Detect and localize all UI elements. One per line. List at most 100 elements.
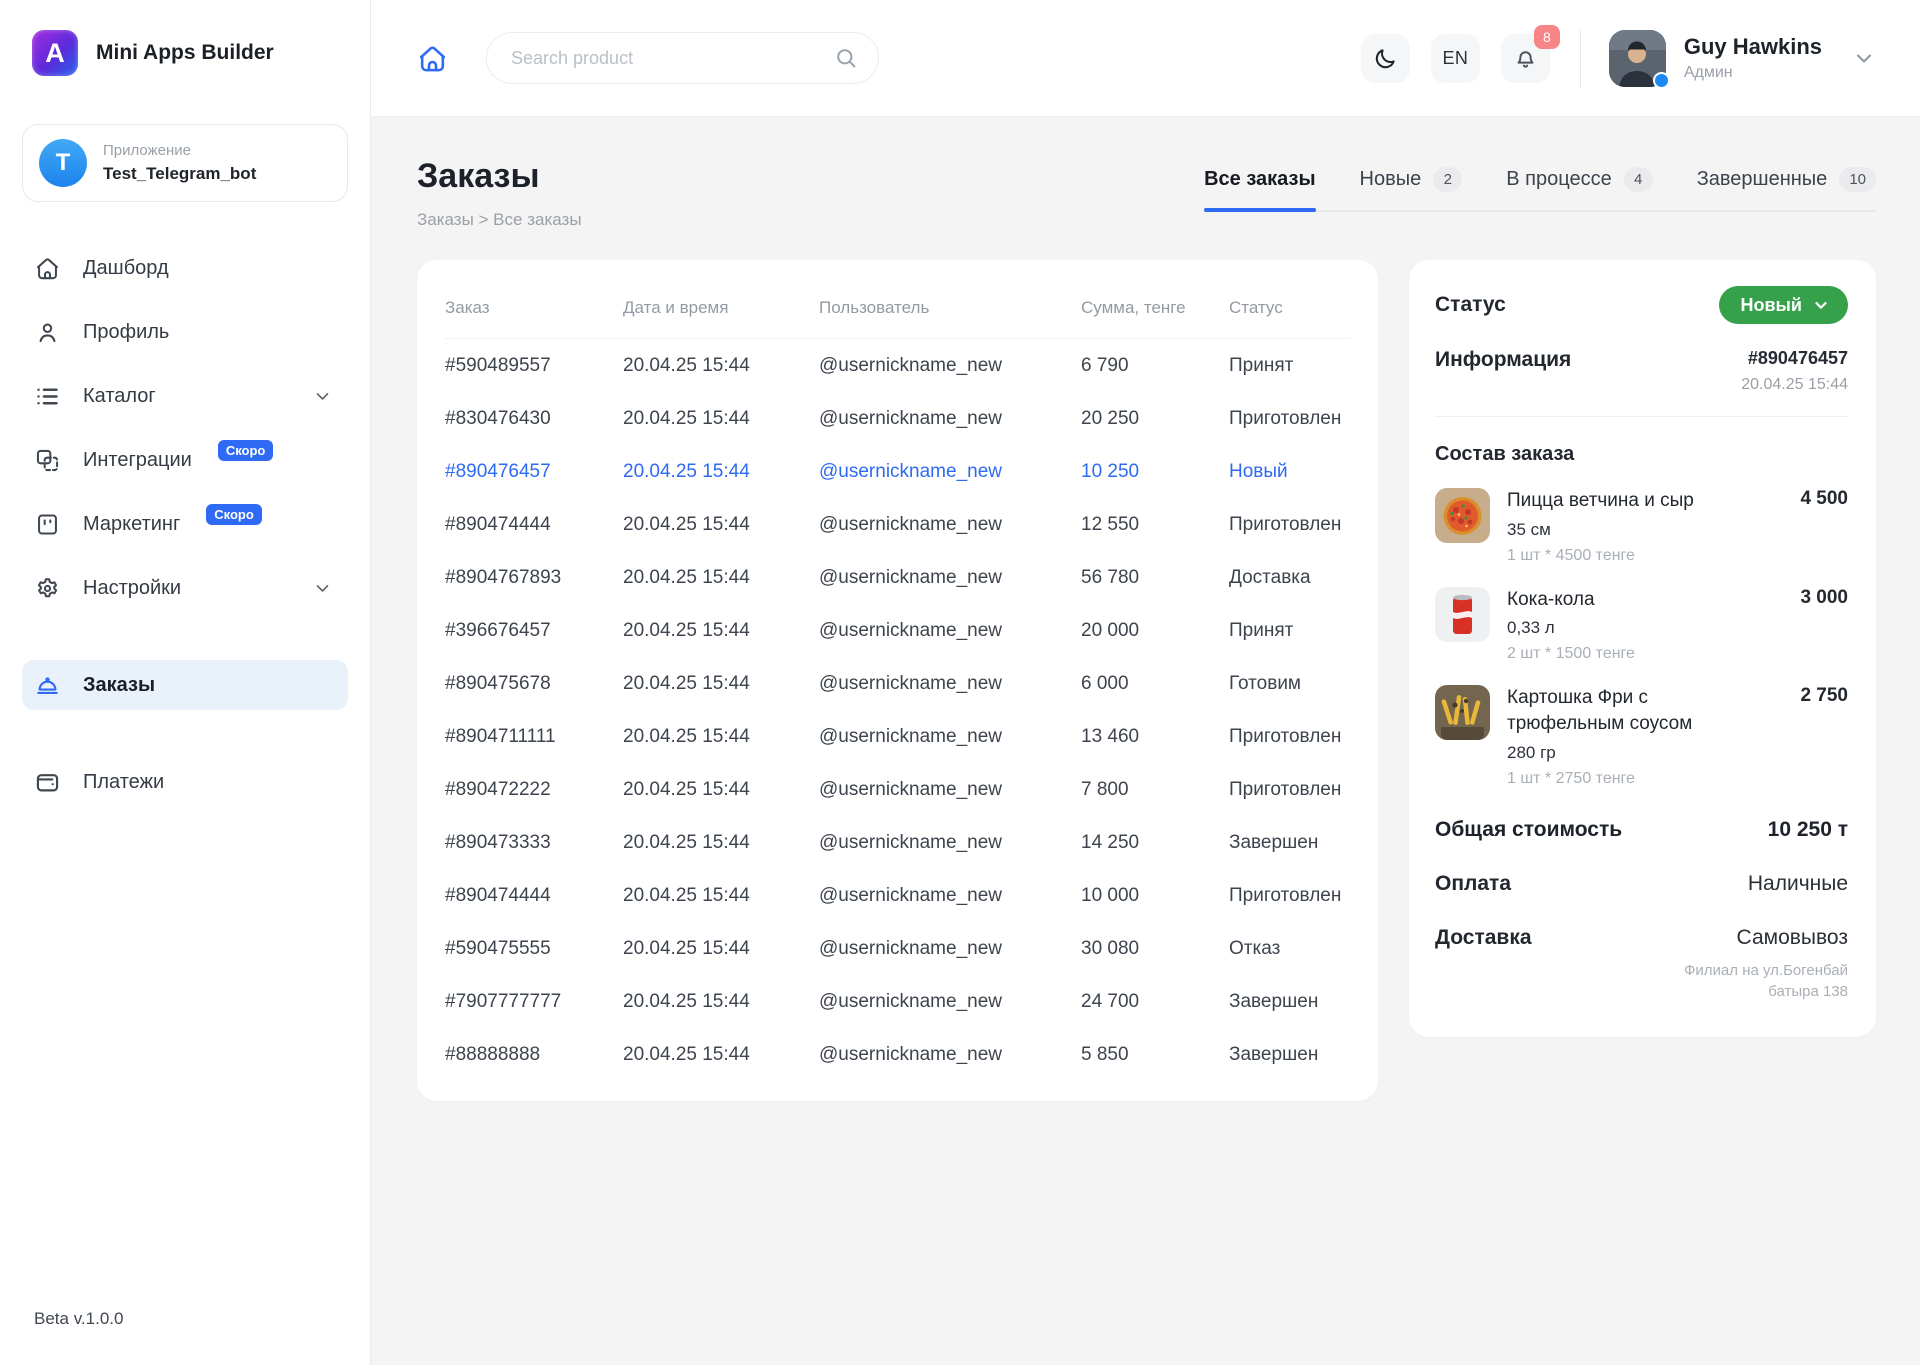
table-row[interactable]: #89047222220.04.25 15:44@usernickname_ne… [445,763,1350,816]
sidebar-item-label: Заказы [83,674,155,697]
table-cell: #890474444 [445,514,623,536]
page-title: Заказы [417,157,582,196]
table-row[interactable]: #89047444420.04.25 15:44@usernickname_ne… [445,869,1350,922]
search-input[interactable] [511,48,834,69]
search-box [486,32,879,84]
column-header: Дата и время [623,298,819,318]
order-details-card: Статус Новый Информация #890476457 20.04… [1409,260,1876,1037]
table-header-row: ЗаказДата и времяПользовательСумма, тенг… [445,288,1350,339]
bell-icon [1513,46,1538,71]
sidebar-menu: Дашборд Профиль КаталогИнтеграцииСкороМарк… [22,236,348,814]
table-cell: #8904767893 [445,567,623,589]
status-label: Статус [1435,293,1506,317]
sidebar-item-integrations[interactable]: ИнтеграцииСкоро [22,428,348,492]
sidebar-item-marketing[interactable]: МаркетингСкоро [22,492,348,556]
table-body: #59048955720.04.25 15:44@usernickname_ne… [445,339,1350,1081]
language-button[interactable]: EN [1431,34,1480,83]
sidebar-item-orders[interactable]: Заказы [22,660,348,710]
table-cell: 56 780 [1081,567,1229,589]
table-row[interactable]: #89047444420.04.25 15:44@usernickname_ne… [445,498,1350,551]
brand: A Mini Apps Builder [22,0,348,76]
total-value: 10 250 т [1768,818,1848,842]
table-cell: Завершен [1229,832,1350,854]
table-cell: @usernickname_new [819,408,1081,430]
payment-value: Наличные [1748,872,1848,896]
soon-badge: Скоро [206,504,262,525]
fries-image [1435,685,1490,740]
user-chevron-down-icon [1852,46,1876,70]
table-cell: #890473333 [445,832,623,854]
tab-all-orders[interactable]: Все заказы [1204,167,1315,210]
status-value: Новый [1741,295,1803,316]
header-divider [1580,29,1581,87]
tab-label: Все заказы [1204,168,1315,191]
table-row[interactable]: #89047567820.04.25 15:44@usernickname_ne… [445,657,1350,710]
theme-toggle-button[interactable] [1361,34,1410,83]
orders-tabs: Все заказы Новые2 В процессе4 Завершенные10 [1204,167,1876,212]
app-selector-card[interactable]: T Приложение Test_Telegram_bot [22,124,348,202]
top-header: EN 8 [371,0,1920,117]
table-cell: 20.04.25 15:44 [623,461,819,483]
table-cell: @usernickname_new [819,885,1081,907]
app-layout: A Mini Apps Builder T Приложение Test_Te… [0,0,1920,1365]
table-row[interactable]: #8888888820.04.25 15:44@usernickname_new… [445,1028,1350,1081]
item-name: Пицца ветчина и сыр [1507,488,1732,514]
integrations-icon [34,447,61,474]
table-cell: #890476457 [445,461,623,483]
table-cell: @usernickname_new [819,673,1081,695]
payments-icon [34,769,61,796]
table-row[interactable]: #89047333320.04.25 15:44@usernickname_ne… [445,816,1350,869]
table-row[interactable]: #59048955720.04.25 15:44@usernickname_ne… [445,339,1350,392]
chevron-down-icon [309,386,336,406]
tab-count-badge: 10 [1839,167,1876,192]
user-role: Админ [1684,64,1822,82]
order-id: #890476457 [1741,348,1848,369]
table-row[interactable]: #890471111120.04.25 15:44@usernickname_n… [445,710,1350,763]
table-cell: @usernickname_new [819,991,1081,1013]
sidebar-item-settings[interactable]: Настройки [22,556,348,620]
home-button[interactable] [417,43,448,74]
item-qty-price: 2 шт * 1500 тенге [1507,645,1732,663]
table-cell: Приготовлен [1229,779,1350,801]
sidebar-item-catalog[interactable]: Каталог [22,364,348,428]
table-cell: 6 790 [1081,355,1229,377]
tab-new[interactable]: Новые2 [1360,167,1463,210]
main-area: EN 8 [371,0,1920,1365]
sidebar-item-dashboard[interactable]: Дашборд [22,236,348,300]
table-row[interactable]: #790777777720.04.25 15:44@usernickname_n… [445,975,1350,1028]
table-row[interactable]: #39667645720.04.25 15:44@usernickname_ne… [445,604,1350,657]
notifications-button[interactable]: 8 [1501,34,1550,83]
table-row[interactable]: #89047645720.04.25 15:44@usernickname_ne… [445,445,1350,498]
table-cell: Завершен [1229,991,1350,1013]
sidebar-item-payments[interactable]: Платежи [22,750,348,814]
table-cell: 20.04.25 15:44 [623,779,819,801]
item-size: 0,33 л [1507,618,1732,638]
sidebar-item-label: Профиль [83,321,169,344]
order-item: Картошка Фри с трюфельным соусом280 гр1 … [1435,685,1848,787]
delivery-label: Доставка [1435,926,1532,950]
notification-count-badge: 8 [1534,25,1560,49]
user-menu[interactable]: Guy Hawkins Админ [1609,30,1876,87]
column-header: Сумма, тенге [1081,298,1229,318]
item-size: 35 см [1507,520,1732,540]
brand-name: Mini Apps Builder [96,41,274,65]
settings-icon [34,575,61,602]
sidebar-item-profile[interactable]: Профиль [22,300,348,364]
table-cell: @usernickname_new [819,355,1081,377]
table-cell: @usernickname_new [819,938,1081,960]
table-row[interactable]: #890476789320.04.25 15:44@usernickname_n… [445,551,1350,604]
table-row[interactable]: #59047555520.04.25 15:44@usernickname_ne… [445,922,1350,975]
chevron-down-icon [309,578,336,598]
table-cell: 7 800 [1081,779,1229,801]
status-dropdown[interactable]: Новый [1719,286,1849,324]
dashboard-icon [34,255,61,282]
column-header: Пользователь [819,298,1081,318]
table-cell: #8904711111 [445,726,623,748]
app-avatar: T [39,139,87,187]
delivery-value: Самовывоз [1737,926,1848,950]
tab-in-progress[interactable]: В процессе4 [1506,167,1652,210]
table-cell: 10 000 [1081,885,1229,907]
table-cell: #7907777777 [445,991,623,1013]
tab-completed[interactable]: Завершенные10 [1697,167,1876,210]
table-row[interactable]: #83047643020.04.25 15:44@usernickname_ne… [445,392,1350,445]
